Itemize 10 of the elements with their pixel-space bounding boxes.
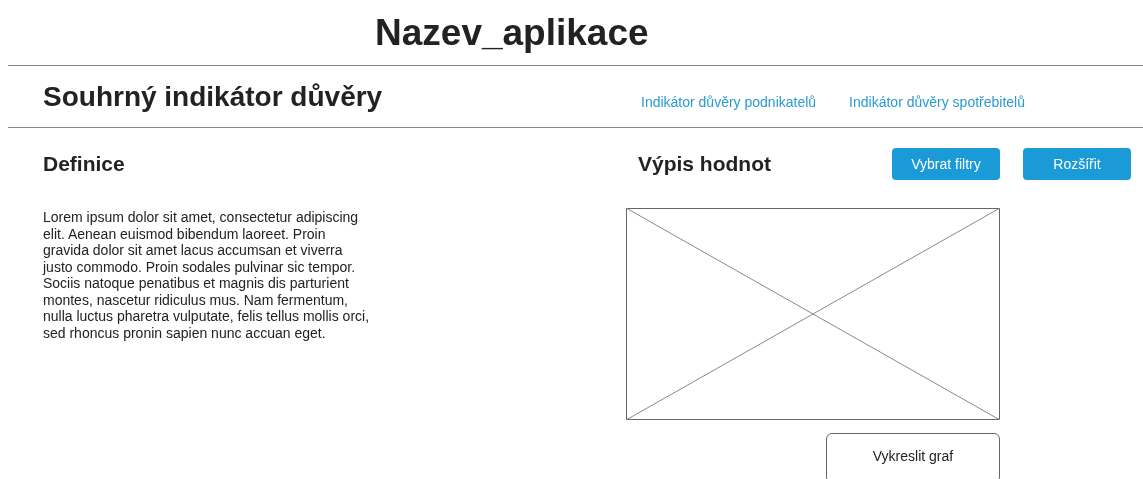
app-title: Nazev_aplikace	[375, 11, 649, 54]
section-heading: Výpis hodnot	[638, 152, 772, 176]
nav-link[interactable]: Indikátor důvěry spotřebitelů	[849, 93, 1025, 110]
definition-text: Lorem ipsum dolor sit amet, consectetur adipiscing elit. Aenean euismod bibendum laoreet. Proin gravida dolor sit amet lacus accumsan et viverra justo commodo. Proin sodales pulvinar sic tempor. Sociis natoque penatibus et magnis dis parturient montes, nascetur ridiculus mus. Nam fermentum, nulla luctus pharetra vulputate, felis tellus mollis orci, sed rhoncus pronin sapien nunc accuan eget.	[43, 209, 371, 341]
action-button[interactable]: Rozšířit	[1023, 148, 1131, 180]
section-heading: Definice	[43, 151, 126, 176]
plot-button[interactable]: Vykreslit graf	[826, 433, 1000, 479]
nav-link[interactable]: Indikátor důvěry podnikatelů	[641, 93, 817, 110]
page-title: Souhrný indikátor důvěry	[43, 80, 384, 113]
action-button[interactable]: Vybrat filtry	[892, 148, 1000, 180]
